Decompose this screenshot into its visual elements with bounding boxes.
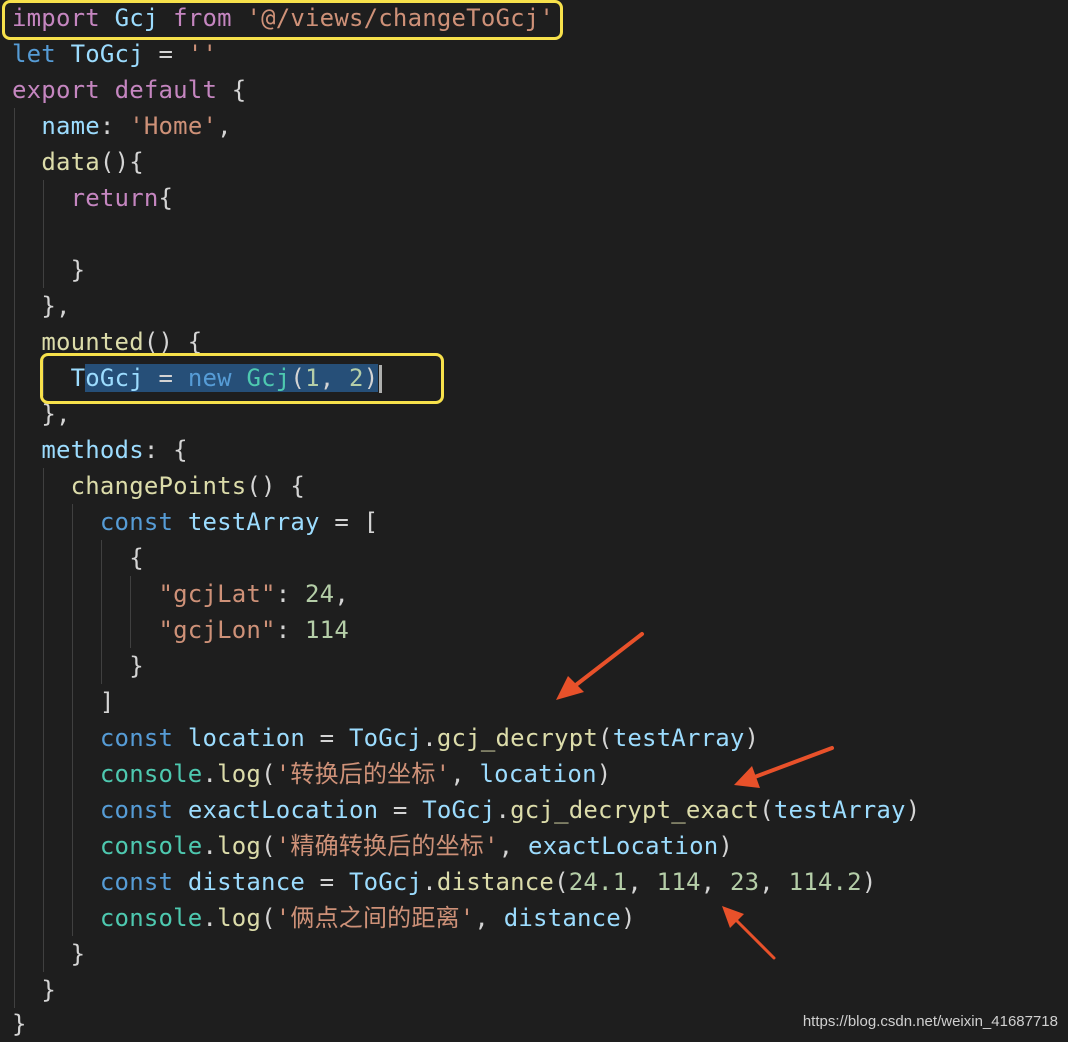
arrow-icon <box>556 632 644 700</box>
annotation-arrows <box>556 632 834 960</box>
code-editor[interactable]: import Gcj from '@/views/changeToGcj' le… <box>0 0 1068 1040</box>
arrow-icon <box>722 906 776 960</box>
arrow-icon <box>734 746 834 788</box>
watermark: https://blog.csdn.net/weixin_41687718 <box>802 1013 1058 1030</box>
